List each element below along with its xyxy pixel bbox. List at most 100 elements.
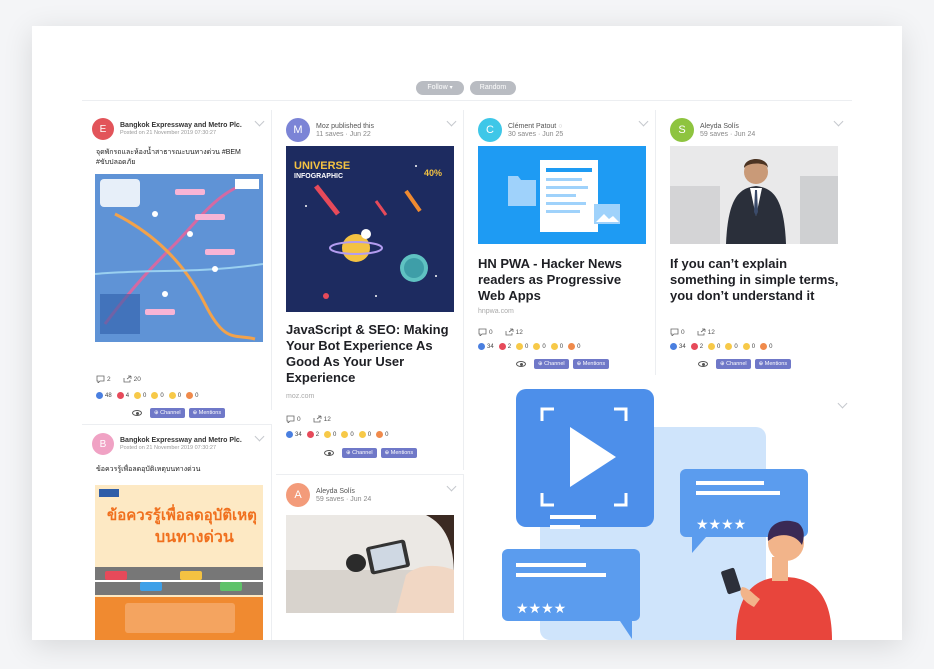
like-reaction[interactable]: 34 — [286, 431, 302, 438]
eye-icon[interactable] — [516, 361, 526, 367]
follow-dropdown[interactable]: Follow ▾ — [416, 81, 464, 95]
mentions-button[interactable]: ⊕ Mentions — [572, 359, 610, 369]
feed-card-aleyda-1[interactable]: S Aleyda Solís 59 saves · Jun 24 If you … — [660, 110, 850, 375]
avatar-letter: A — [294, 489, 302, 501]
wow-reaction[interactable]: 0 — [341, 431, 354, 438]
comments-stat[interactable]: 2 — [96, 375, 111, 383]
love-reaction[interactable]: 2 — [498, 343, 511, 350]
svg-text:★★★★: ★★★★ — [696, 517, 746, 533]
author-name[interactable]: Aleyda Solís — [700, 123, 755, 130]
wow-reaction[interactable]: 0 — [725, 343, 738, 350]
comments-stat[interactable]: 0 — [286, 415, 301, 423]
comments-stat[interactable]: 0 — [670, 328, 685, 336]
divider — [82, 100, 852, 101]
like-reaction[interactable]: 34 — [478, 343, 494, 350]
post-image-hn-pwa[interactable] — [478, 146, 646, 244]
post-image-tablet-desk[interactable] — [286, 515, 454, 613]
haha-icon — [324, 431, 332, 438]
mentions-button[interactable]: ⊕ Mentions — [754, 359, 792, 369]
haha-reaction[interactable]: 0 — [708, 343, 720, 350]
channel-button[interactable]: ⊕ Channel — [342, 448, 377, 458]
author-name[interactable]: Moz published this — [316, 123, 374, 130]
post-image-safety-tips[interactable]: ข้อควรรู้เพื่อลดอุบัติเหตุ บนทางด่วน — [95, 485, 263, 640]
channel-button[interactable]: ⊕ Channel — [716, 359, 751, 369]
shares-stat[interactable]: 12 — [313, 415, 331, 423]
mentions-button[interactable]: ⊕ Mentions — [380, 448, 418, 458]
chevron-down-icon[interactable] — [254, 116, 265, 127]
avatar[interactable]: A — [286, 483, 310, 507]
reaction-count: 0 — [525, 343, 529, 350]
article-title[interactable]: HN PWA - Hacker News readers as Progress… — [478, 256, 648, 304]
post-image-universe-infographic[interactable]: UNIVERSE INFOGRAPHIC 40% — [286, 146, 454, 312]
feed-card-bem-2[interactable]: B Bangkok Expressway and Metro Plc. Post… — [82, 424, 272, 640]
chevron-down-icon[interactable] — [254, 431, 265, 442]
card-header: M Moz published this 11 saves · Jun 22 — [286, 118, 374, 142]
like-reaction[interactable]: 48 — [96, 392, 112, 399]
article-domain[interactable]: hnpwa.com — [478, 308, 514, 315]
sad-reaction[interactable]: 0 — [742, 343, 755, 350]
eye-icon[interactable] — [132, 410, 142, 416]
reaction-count: 2 — [699, 343, 704, 350]
avatar[interactable]: B — [92, 433, 114, 455]
mentions-button[interactable]: ⊕ Mentions — [188, 408, 226, 418]
eye-icon[interactable] — [698, 361, 708, 367]
avatar[interactable]: E — [92, 118, 114, 140]
reaction-count: 34 — [295, 431, 302, 438]
haha-reaction[interactable]: 0 — [324, 431, 336, 438]
avatar[interactable]: M — [286, 118, 310, 142]
reaction-count: 0 — [734, 343, 738, 350]
channel-label: Channel — [726, 361, 747, 367]
avatar[interactable]: C — [478, 118, 502, 142]
angry-reaction[interactable]: 0 — [376, 431, 388, 438]
card-stats: 2 20 — [96, 375, 153, 383]
angry-reaction[interactable]: 0 — [760, 343, 772, 350]
sad-reaction[interactable]: 0 — [358, 431, 371, 438]
reaction-count: 0 — [160, 392, 164, 399]
video-review-illustration: ★★★★ ★★★★ — [502, 389, 832, 640]
feed-card-hnpwa[interactable]: C Clément Patout ○ 30 saves · Jun 25 HN … — [468, 110, 656, 375]
wow-reaction[interactable]: 0 — [533, 343, 546, 350]
shares-stat[interactable]: 12 — [505, 328, 523, 336]
feed-card-moz[interactable]: M Moz published this 11 saves · Jun 22 U… — [276, 110, 464, 470]
love-reaction[interactable]: 2 — [306, 431, 319, 438]
wow-reaction[interactable]: 0 — [151, 392, 164, 399]
avatar[interactable]: S — [670, 118, 694, 142]
mentions-label: Mentions — [764, 361, 788, 367]
feed-card-aleyda-2[interactable]: A Aleyda Solís 59 saves · Jun 24 — [276, 474, 464, 640]
comment-count: 0 — [681, 328, 685, 336]
article-domain[interactable]: moz.com — [286, 393, 314, 400]
chevron-down-icon[interactable] — [837, 398, 848, 409]
author-line[interactable]: Clément Patout ○ — [508, 123, 563, 130]
chevron-down-icon[interactable] — [446, 481, 457, 492]
angry-reaction[interactable]: 0 — [186, 392, 198, 399]
shares-stat[interactable]: 20 — [123, 375, 141, 383]
author-name[interactable]: Bangkok Expressway and Metro Plc. — [120, 437, 242, 444]
author-name[interactable]: Aleyda Solís — [316, 488, 371, 495]
like-reaction[interactable]: 34 — [670, 343, 686, 350]
chevron-down-icon[interactable] — [833, 116, 844, 127]
feed-card-bem-1[interactable]: E Bangkok Expressway and Metro Plc. Post… — [82, 110, 272, 418]
author-name[interactable]: Bangkok Expressway and Metro Plc. — [120, 122, 242, 129]
haha-reaction[interactable]: 0 — [516, 343, 528, 350]
eye-icon[interactable] — [324, 450, 334, 456]
sad-reaction[interactable]: 0 — [168, 392, 181, 399]
channel-button[interactable]: ⊕ Channel — [534, 359, 569, 369]
chevron-down-icon[interactable] — [638, 116, 649, 127]
random-button[interactable]: Random — [470, 81, 516, 95]
love-reaction[interactable]: 4 — [116, 392, 129, 399]
post-image-businessman[interactable] — [670, 146, 838, 244]
sad-reaction[interactable]: 0 — [550, 343, 563, 350]
comments-stat[interactable]: 0 — [478, 328, 493, 336]
channel-button[interactable]: ⊕ Channel — [150, 408, 185, 418]
article-title[interactable]: JavaScript & SEO: Making Your Bot Experi… — [286, 322, 456, 386]
shares-stat[interactable]: 12 — [697, 328, 715, 336]
love-reaction[interactable]: 2 — [690, 343, 704, 350]
card-stats: 0 12 — [670, 328, 727, 336]
card-header: B Bangkok Expressway and Metro Plc. Post… — [92, 433, 242, 455]
angry-reaction[interactable]: 0 — [568, 343, 580, 350]
post-image-expressway-map[interactable] — [95, 174, 263, 342]
chevron-down-icon[interactable] — [446, 116, 457, 127]
haha-reaction[interactable]: 0 — [134, 392, 146, 399]
article-title[interactable]: If you can’t explain something in simple… — [670, 256, 842, 304]
reactions-row: 34 2 0 0 0 0 — [286, 431, 393, 438]
